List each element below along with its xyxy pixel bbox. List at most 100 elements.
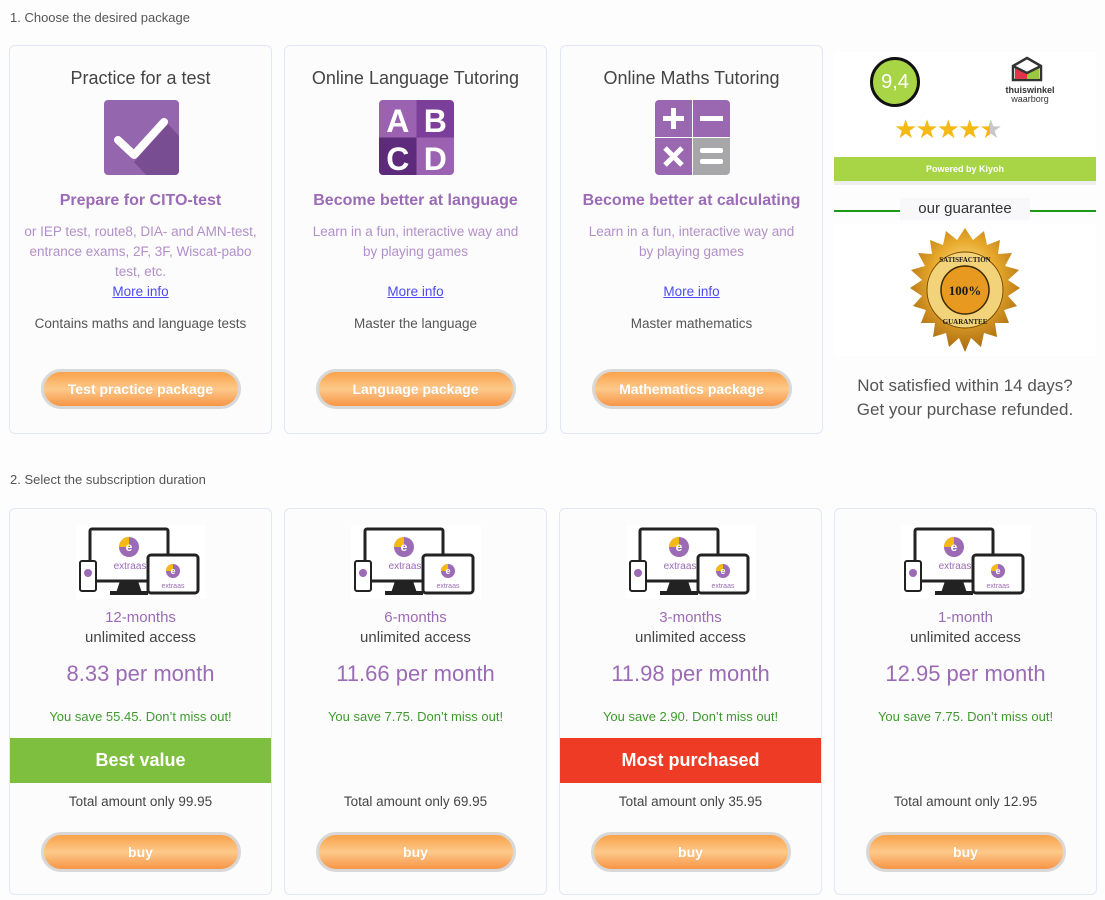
- subscription-card-12-months[interactable]: e extraas e extraas 12-months unlimited …: [9, 508, 272, 895]
- abcd-icon: A B C D: [378, 100, 454, 175]
- subscription-savings: You save 7.75. Don’t miss out!: [877, 709, 1054, 724]
- subscription-price: 11.66 per month: [336, 661, 495, 686]
- powered-by-kiyoh: Powered by Kiyoh: [834, 157, 1096, 181]
- buy-button[interactable]: buy: [40, 832, 241, 872]
- mathematics-package-button[interactable]: Mathematics package: [591, 369, 792, 409]
- subscription-total: Total amount only 35.95: [618, 794, 763, 809]
- description-text: or IEP test, route8, DIA- and AMN-test, …: [24, 224, 257, 279]
- subscription-card-1-month[interactable]: e extraas e extraas 1-month unlimited ac…: [834, 508, 1097, 895]
- step2-title: 2. Select the subscription duration: [10, 472, 206, 487]
- package-note: Master the language: [353, 316, 478, 331]
- subscription-total: Total amount only 99.95: [68, 794, 213, 809]
- star-icon: ★: [915, 114, 938, 144]
- svg-text:extraas: extraas: [711, 583, 734, 590]
- svg-text:e: e: [950, 540, 957, 554]
- svg-text:extraas: extraas: [161, 583, 184, 590]
- more-info-link[interactable]: More info: [112, 284, 168, 299]
- package-subtitle: Prepare for CITO-test: [59, 192, 222, 209]
- svg-text:e: e: [170, 566, 175, 576]
- svg-text:extraas: extraas: [388, 561, 421, 572]
- subscription-duration: 12-months: [105, 609, 176, 626]
- subscription-access: unlimited access: [910, 629, 1021, 646]
- subscription-savings: You save 7.75. Don’t miss out!: [327, 709, 504, 724]
- buy-button[interactable]: buy: [590, 832, 791, 872]
- half-star-icon: ★: [979, 114, 1002, 144]
- language-package-button[interactable]: Language package: [315, 369, 516, 409]
- package-subtitle: Become better at language: [313, 192, 518, 209]
- svg-text:e: e: [400, 540, 407, 554]
- package-description: Learn in a fun, interactive way and by p…: [575, 222, 808, 302]
- svg-text:D: D: [423, 141, 446, 175]
- subscription-price: 11.98 per month: [611, 661, 770, 686]
- package-subtitle: Become better at calculating: [582, 192, 801, 209]
- subscription-card-6-months[interactable]: e extraas e extraas 6-months unlimited a…: [284, 508, 547, 895]
- star-rating: ★★★★★: [894, 114, 1003, 144]
- seal-top-text: SATISFACTION: [939, 256, 990, 264]
- rating-score: 9,4: [870, 57, 920, 107]
- subscription-access: unlimited access: [635, 629, 746, 646]
- guarantee-title: our guarantee: [900, 198, 1030, 220]
- extraas-devices-icon: e extraas e extraas: [625, 525, 756, 599]
- subscription-card-3-months[interactable]: e extraas e extraas 3-months unlimited a…: [559, 508, 822, 895]
- svg-text:extraas: extraas: [113, 561, 146, 572]
- svg-text:e: e: [445, 566, 450, 576]
- svg-text:extraas: extraas: [938, 561, 971, 572]
- step1-title: 1. Choose the desired package: [10, 10, 190, 25]
- extraas-devices-icon: e extraas e extraas: [900, 525, 1031, 599]
- test-practice-package-button[interactable]: Test practice package: [40, 369, 241, 409]
- subscription-access: unlimited access: [360, 629, 471, 646]
- svg-text:extraas: extraas: [436, 583, 459, 590]
- package-card-test: Practice for a test Prepare for CITO-tes…: [9, 45, 272, 434]
- package-title: Practice for a test: [70, 68, 211, 88]
- calculator-icon: [654, 100, 730, 175]
- extraas-devices-icon: e extraas e extraas: [350, 525, 481, 599]
- subscription-savings: You save 2.90. Don’t miss out!: [602, 709, 779, 724]
- buy-button[interactable]: buy: [865, 832, 1066, 872]
- package-card-maths: Online Maths Tutoring Become better at c…: [560, 45, 823, 434]
- package-note: Master mathematics: [630, 316, 753, 331]
- subscription-price: 8.33 per month: [66, 661, 215, 686]
- buy-button[interactable]: buy: [315, 832, 516, 872]
- svg-text:C: C: [386, 141, 409, 175]
- subscription-badge: Best value: [10, 738, 271, 783]
- subscription-price: 12.95 per month: [885, 661, 1046, 686]
- package-title: Online Language Tutoring: [311, 68, 520, 88]
- star-icon: ★: [957, 114, 981, 144]
- description-text: Learn in a fun, interactive way and by p…: [312, 224, 519, 259]
- subscription-duration: 1-month: [937, 609, 994, 626]
- subscription-badge: Most purchased: [560, 738, 821, 783]
- subscription-total: Total amount only 69.95: [343, 794, 488, 809]
- star-icon: ★: [936, 114, 960, 144]
- kiyoh-widget[interactable]: 9,4 thuiswinkel waarborg ★★★★★ Powered b…: [834, 52, 1096, 185]
- thuiswinkel-logo-icon: [1009, 54, 1049, 87]
- seal-bottom-text: GUARANTEE: [943, 318, 988, 326]
- svg-text:e: e: [675, 540, 682, 554]
- package-title: Online Maths Tutoring: [603, 68, 780, 88]
- refund-text: Not satisfied within 14 days? Get your p…: [834, 374, 1096, 422]
- star-icon: ★: [894, 114, 917, 144]
- package-note: Contains maths and language tests: [34, 316, 247, 331]
- svg-text:B: B: [423, 103, 446, 139]
- refund-line-1: Not satisfied within 14 days?: [857, 376, 1073, 395]
- checkmark-icon: [103, 100, 179, 175]
- more-info-link[interactable]: More info: [387, 284, 443, 299]
- subscription-duration: 3-months: [659, 609, 722, 626]
- seal-percent: 100%: [949, 283, 982, 298]
- satisfaction-seal-icon: 100% SATISFACTION GUARANTEE: [910, 228, 1020, 352]
- subscription-total: Total amount only 12.95: [893, 794, 1038, 809]
- svg-text:A: A: [386, 103, 409, 139]
- refund-line-2: Get your purchase refunded.: [856, 400, 1074, 419]
- subscription-access: unlimited access: [85, 629, 196, 646]
- svg-text:extraas: extraas: [663, 561, 696, 572]
- package-description: Learn in a fun, interactive way and by p…: [299, 222, 532, 302]
- package-description: or IEP test, route8, DIA- and AMN-test, …: [24, 222, 257, 302]
- svg-text:e: e: [720, 566, 725, 576]
- more-info-link[interactable]: More info: [663, 284, 719, 299]
- svg-text:e: e: [125, 540, 132, 554]
- package-card-language: Online Language Tutoring A B C D Become …: [284, 45, 547, 434]
- subscription-duration: 6-months: [384, 609, 447, 626]
- guarantee-heading: our guarantee: [834, 198, 1096, 222]
- svg-text:extraas: extraas: [986, 583, 1009, 590]
- subscription-savings: You save 55.45. Don’t miss out!: [49, 709, 232, 724]
- extraas-devices-icon: e extraas e extraas: [75, 525, 206, 599]
